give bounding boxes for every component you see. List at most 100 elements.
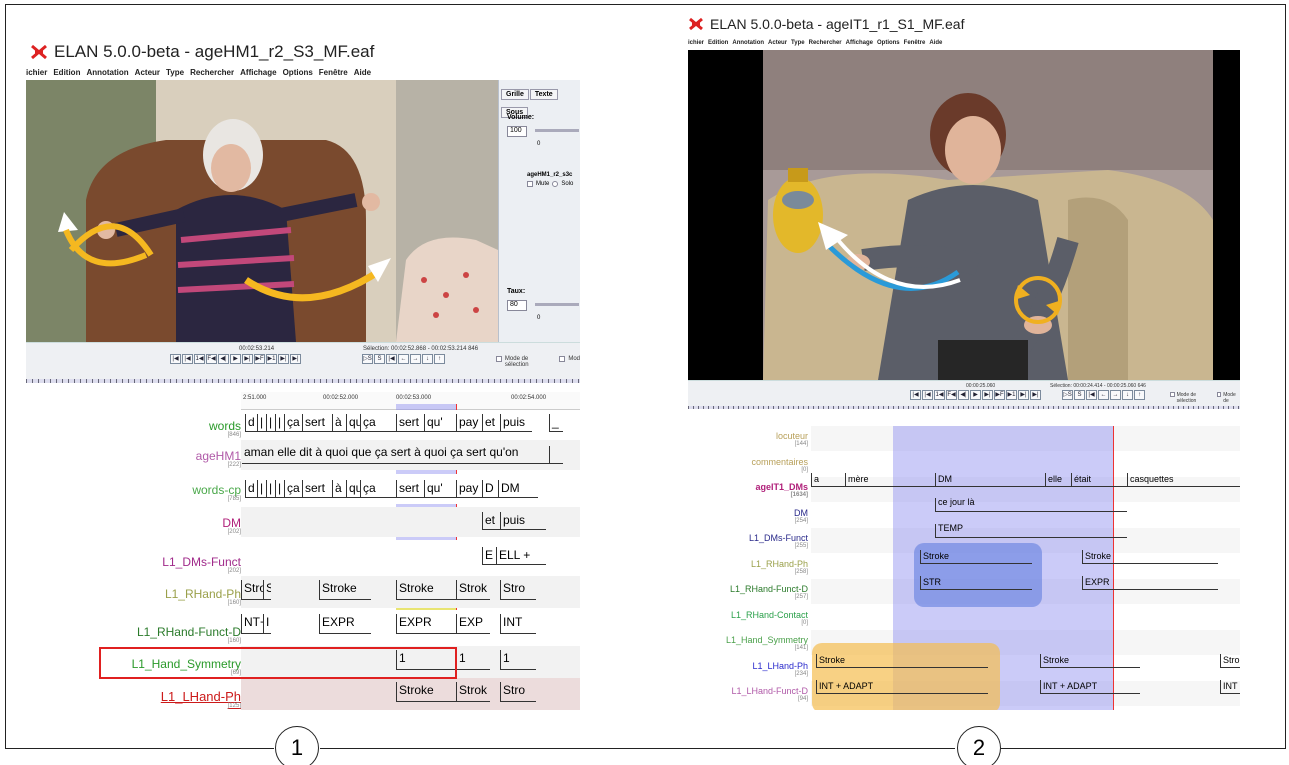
menu-item-7[interactable]: Options: [283, 68, 313, 77]
control-button-7[interactable]: ▶F: [994, 390, 1005, 400]
words-annotation[interactable]: ça: [284, 414, 302, 432]
tier-label-commentaires[interactable]: commentaires [0]: [688, 457, 811, 473]
wordscp-annotation[interactable]: d: [245, 480, 257, 498]
control-button-2[interactable]: |◀: [1086, 390, 1097, 400]
words-annotation[interactable]: ça: [360, 414, 396, 432]
control-button-7[interactable]: ▶F: [254, 354, 265, 364]
wordscp-annotation[interactable]: D: [482, 480, 498, 498]
rhandph-annotation[interactable]: S: [263, 580, 271, 600]
rhandph2-annotation[interactable]: Stroke: [920, 550, 1032, 564]
rhandfunct2-annotation[interactable]: EXPR: [1082, 576, 1218, 590]
rhandph2-annotation[interactable]: Stroke: [1082, 550, 1218, 564]
control-button-10[interactable]: ▶|: [1030, 390, 1041, 400]
rhandph-annotation[interactable]: Stroke: [396, 580, 456, 600]
control-button-4[interactable]: ◀|: [218, 354, 229, 364]
wordscp-annotation[interactable]: |: [266, 480, 275, 498]
words-annotation[interactable]: pay: [456, 414, 482, 432]
control-button-1[interactable]: |◀: [182, 354, 193, 364]
tier-label-L1_RHand-Contact[interactable]: L1_RHand-Contact [0]: [688, 610, 811, 626]
lhandfunct2-annotation[interactable]: INT: [1220, 680, 1240, 694]
symmetry-annotation[interactable]: 1: [500, 650, 536, 670]
transcript-annotation[interactable]: aman elle dit à quoi que ça sert à quoi …: [242, 446, 552, 464]
words-annotation[interactable]: |: [257, 414, 266, 432]
control-button-4[interactable]: ◀|: [958, 390, 969, 400]
control-button-1[interactable]: S: [1074, 390, 1085, 400]
lhandph2-annotation[interactable]: Stro: [1220, 654, 1240, 668]
control-button-10[interactable]: ▶|: [290, 354, 301, 364]
tier-label-L1_RHand-Ph[interactable]: L1_RHand-Ph [160]: [26, 588, 244, 606]
lhandfunct2-annotation[interactable]: INT + ADAPT: [1040, 680, 1140, 694]
dms-annotation[interactable]: DM: [935, 473, 1045, 487]
tier-label-words[interactable]: words [846]: [26, 420, 244, 438]
rate-input[interactable]: 80: [507, 300, 527, 311]
lhandph2-annotation[interactable]: Stroke: [1040, 654, 1140, 668]
wordscp-annotation[interactable]: ça: [284, 480, 302, 498]
menu-item-3[interactable]: Acteur: [768, 40, 787, 46]
mode-checkbox[interactable]: [559, 356, 566, 362]
volume-slider[interactable]: [535, 129, 579, 132]
tab-0[interactable]: Grille: [501, 89, 529, 100]
rhandfunct-annotation[interactable]: INT: [500, 614, 536, 634]
dms-annotation[interactable]: elle: [1045, 473, 1071, 487]
menu-item-8[interactable]: Fenêtre: [319, 68, 348, 77]
control-button-5[interactable]: ↓: [1122, 390, 1133, 400]
tier-label-L1_LHand-Funct-D[interactable]: L1_LHand-Funct-D [94]: [688, 687, 811, 703]
rhandfunct-annotation[interactable]: EXPR: [396, 614, 456, 634]
volume-input[interactable]: 100: [507, 126, 527, 137]
words-annotation[interactable]: |: [275, 414, 284, 432]
tier-label-DM[interactable]: DM [202]: [26, 517, 244, 535]
menu-item-6[interactable]: Affichage: [240, 68, 276, 77]
tab-1[interactable]: Texte: [529, 89, 558, 100]
menu-item-9[interactable]: Aide: [354, 68, 371, 77]
dm-annotation[interactable]: et: [482, 512, 500, 530]
wordscp-annotation[interactable]: sert: [396, 480, 424, 498]
tier-label-ageHM1[interactable]: ageHM1 [222]: [26, 450, 244, 468]
dmfunct-annotation[interactable]: E: [482, 547, 496, 565]
rhandph-annotation[interactable]: Stro: [500, 580, 536, 600]
control-button-0[interactable]: |◀: [910, 390, 921, 400]
control-button-3[interactable]: F◀: [946, 390, 957, 400]
menu-item-3[interactable]: Acteur: [135, 68, 160, 77]
control-button-0[interactable]: ▷S: [362, 354, 373, 364]
lhandph-annotation[interactable]: Strok: [456, 682, 490, 702]
lhandph-annotation[interactable]: Stroke: [396, 682, 456, 702]
control-button-6[interactable]: ↑: [1134, 390, 1145, 400]
dms-annotation[interactable]: casquettes: [1127, 473, 1240, 487]
tier-label-L1_Hand_Symmetry[interactable]: L1_Hand_Symmetry [141]: [688, 636, 811, 652]
dms-annotation[interactable]: était: [1071, 473, 1127, 487]
rhandfunct-annotation[interactable]: EXPR: [319, 614, 371, 634]
menu-item-7[interactable]: Options: [877, 40, 900, 46]
rhandph-annotation[interactable]: Stro: [241, 580, 263, 600]
control-button-6[interactable]: ▶|: [242, 354, 253, 364]
wordscp-annotation[interactable]: |: [257, 480, 266, 498]
control-button-1[interactable]: S: [374, 354, 385, 364]
control-button-0[interactable]: ▷S: [1062, 390, 1073, 400]
menu-item-2[interactable]: Annotation: [86, 68, 128, 77]
tier-label-L1_RHand-Funct-D[interactable]: L1_RHand-Funct-D [160]: [26, 626, 244, 644]
control-button-8[interactable]: ▶1: [266, 354, 277, 364]
tier-label-L1_LHand-Ph[interactable]: L1_LHand-Ph [234]: [688, 661, 811, 677]
tier-label-L1_DMs-Funct[interactable]: L1_DMs-Funct [255]: [688, 534, 811, 550]
words-annotation[interactable]: |: [266, 414, 275, 432]
symmetry-annotation[interactable]: 1: [456, 650, 490, 670]
tier-label-L1_RHand-Ph[interactable]: L1_RHand-Ph [258]: [688, 559, 811, 575]
wordscp-annotation[interactable]: à: [332, 480, 346, 498]
control-button-6[interactable]: ↑: [434, 354, 445, 364]
menu-item-5[interactable]: Rechercher: [809, 40, 842, 46]
menu-item-1[interactable]: Edition: [53, 68, 80, 77]
lhandph2-annotation[interactable]: Stroke: [816, 654, 988, 668]
menu-item-6[interactable]: Affichage: [846, 40, 873, 46]
menu-item-8[interactable]: Fenêtre: [904, 40, 926, 46]
wordscp-annotation[interactable]: |: [275, 480, 284, 498]
dm-annotation[interactable]: ce jour là: [935, 498, 1127, 512]
dmfunct-annotation[interactable]: TEMP: [935, 524, 1127, 538]
lhandph-annotation[interactable]: Stro: [500, 682, 536, 702]
wordscp-annotation[interactable]: qu: [346, 480, 360, 498]
menu-item-9[interactable]: Aide: [929, 40, 942, 46]
control-button-9[interactable]: ▶|: [278, 354, 289, 364]
solo-radio[interactable]: [552, 181, 559, 187]
tier-label-L1_DMs-Funct[interactable]: L1_DMs-Funct [202]: [26, 556, 244, 574]
mute-checkbox[interactable]: [527, 181, 533, 187]
wordscp-annotation[interactable]: sert: [302, 480, 332, 498]
control-button-4[interactable]: →: [1110, 390, 1121, 400]
